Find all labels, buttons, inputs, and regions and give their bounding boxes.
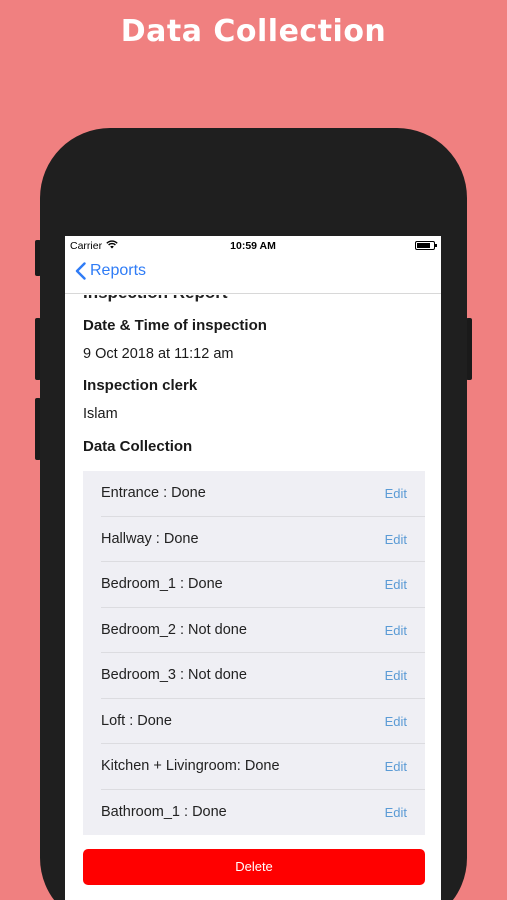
chevron-left-icon (75, 262, 86, 280)
report-title: Inspection Report (83, 295, 228, 303)
edit-button[interactable]: Edit (385, 714, 407, 729)
list-item: Bedroom_1 : Done Edit (101, 562, 425, 608)
list-item: Loft : Done Edit (101, 699, 425, 744)
list-item: Bedroom_3 : Not done Edit (101, 653, 425, 699)
delete-button[interactable]: Delete (83, 849, 425, 885)
room-status: Kitchen + Livingroom: Done (101, 758, 280, 774)
room-status: Bedroom_3 : Not done (101, 667, 247, 683)
datetime-value: 9 Oct 2018 at 11:12 am (83, 346, 234, 362)
data-collection-label: Data Collection (83, 438, 193, 455)
room-status: Loft : Done (101, 712, 172, 729)
status-bar: Carrier 10:59 AM (65, 236, 441, 256)
battery-icon (415, 241, 437, 250)
phone-screen: Carrier 10:59 AM Reports Inspection Repo… (65, 236, 441, 900)
list-item: Hallway : Done Edit (101, 517, 425, 562)
list-item: Bathroom_1 : Done Edit (101, 790, 425, 836)
back-label: Reports (90, 262, 147, 279)
room-list: Entrance : Done Edit Hallway : Done Edit… (83, 471, 425, 835)
report-content[interactable]: Inspection Report Date & Time of inspect… (65, 295, 441, 900)
edit-button[interactable]: Edit (385, 623, 407, 638)
room-status: Bedroom_1 : Done (101, 576, 223, 592)
list-item: Kitchen + Livingroom: Done Edit (101, 744, 425, 790)
clerk-value: Islam (83, 406, 118, 422)
datetime-label: Date & Time of inspection (83, 317, 267, 334)
edit-button[interactable]: Edit (385, 759, 407, 774)
room-status: Entrance : Done (101, 485, 206, 501)
edit-button[interactable]: Edit (385, 486, 407, 501)
list-item: Bedroom_2 : Not done Edit (101, 608, 425, 653)
clerk-label: Inspection clerk (83, 377, 198, 394)
room-status: Hallway : Done (101, 530, 199, 547)
back-button[interactable]: Reports (75, 262, 146, 280)
edit-button[interactable]: Edit (385, 668, 407, 683)
room-status: Bedroom_2 : Not done (101, 621, 247, 638)
promo-headline: Data Collection (120, 14, 387, 49)
status-time: 10:59 AM (230, 240, 276, 252)
room-status: Bathroom_1 : Done (101, 803, 227, 820)
edit-button[interactable]: Edit (385, 805, 407, 820)
list-item: Entrance : Done Edit (101, 471, 425, 517)
edit-button[interactable]: Edit (385, 577, 407, 592)
navigation-bar: Reports (65, 256, 441, 294)
edit-button[interactable]: Edit (385, 532, 407, 547)
